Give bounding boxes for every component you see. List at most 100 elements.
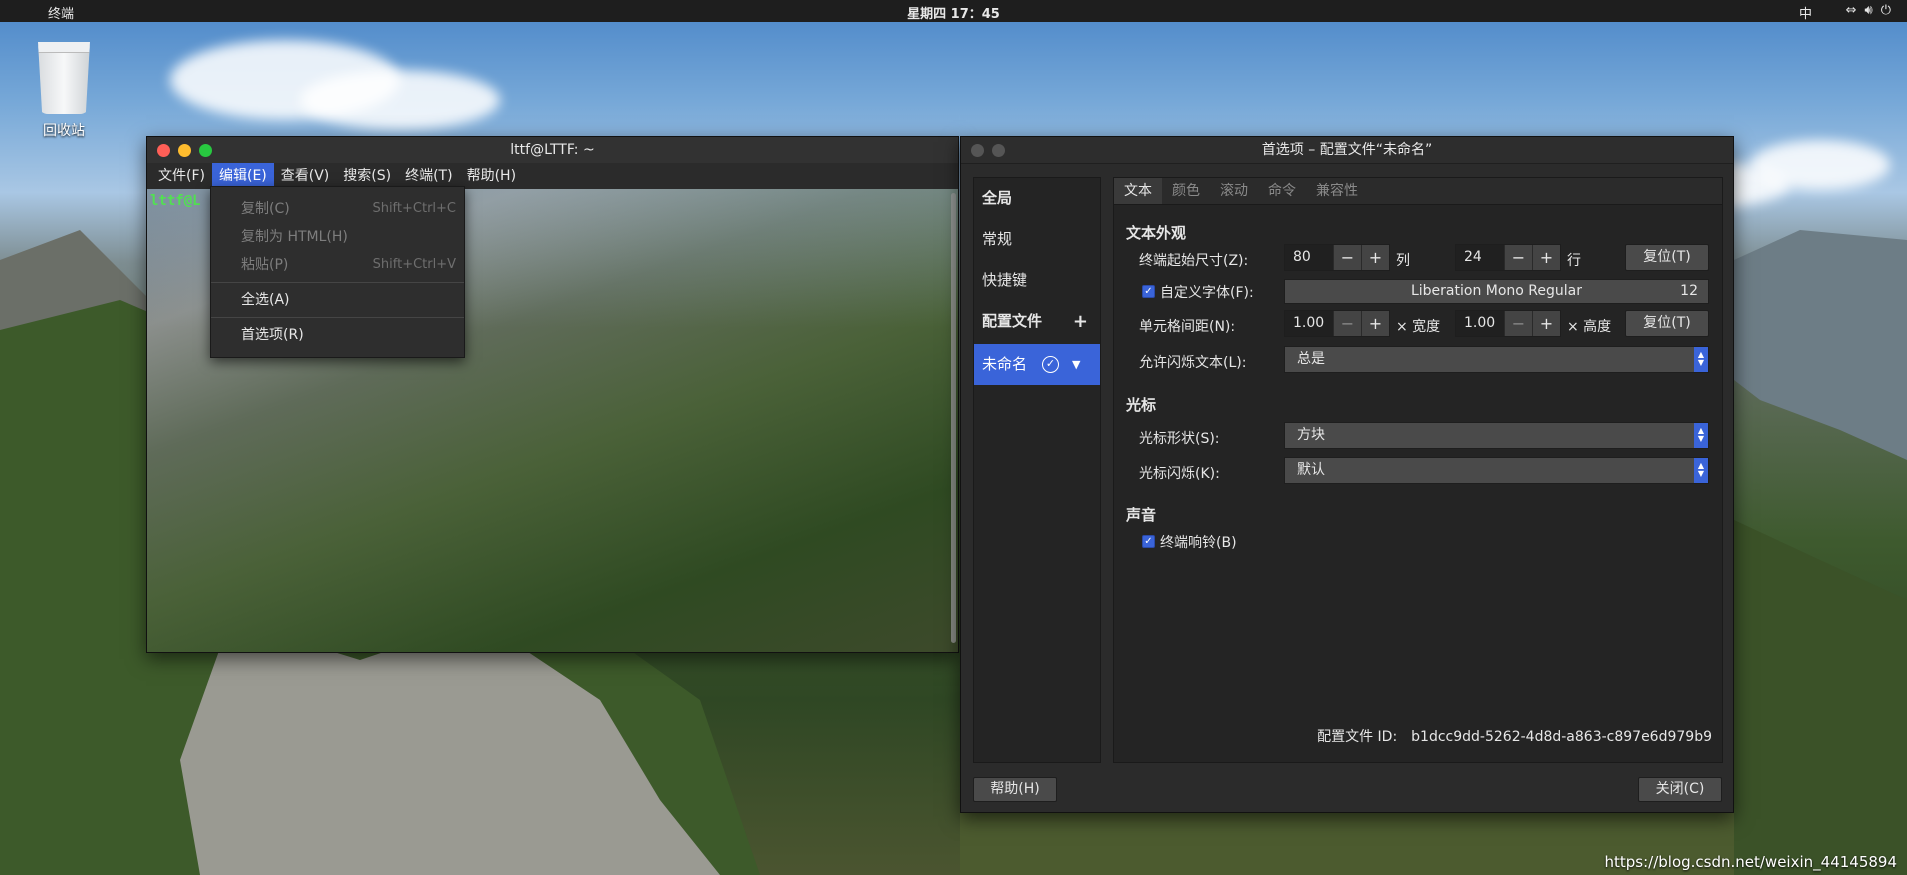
help-button[interactable]: 帮助(H) — [973, 777, 1057, 802]
rows-increment-button[interactable]: + — [1532, 245, 1560, 270]
font-size: 12 — [1680, 283, 1698, 299]
columns-unit: 列 — [1396, 253, 1410, 269]
section-cursor: 光标 — [1126, 396, 1157, 414]
menu-help[interactable]: 帮助(H) — [460, 163, 523, 189]
cell-spacing-label: 单元格间距(N): — [1139, 319, 1236, 335]
default-profile-check-icon: ✓ — [1042, 356, 1059, 373]
cursor-shape-label: 光标形状(S): — [1139, 431, 1220, 447]
font-name: Liberation Mono Regular — [1410, 283, 1583, 299]
menu-item-copy-html[interactable]: 复制为 HTML(H) — [211, 223, 464, 251]
add-profile-icon[interactable]: + — [1073, 301, 1088, 342]
preferences-sidebar: 全局 常规 快捷键 配置文件 + 未命名 ✓ ▼ — [973, 177, 1101, 763]
section-sound: 声音 — [1126, 506, 1157, 524]
blink-text-select[interactable]: 总是 ▲ ▼ — [1284, 346, 1709, 373]
cell-height-increment-button[interactable]: + — [1532, 311, 1560, 336]
cell-width-value[interactable]: 1.00 — [1285, 311, 1333, 336]
input-method-indicator[interactable]: 中 — [1799, 3, 1812, 22]
shell-prompt: lttf@L — [150, 193, 201, 209]
cell-width-stepper[interactable]: 1.00 − + — [1284, 310, 1390, 337]
preferences-title: 首选项 – 配置文件“未命名” — [1261, 142, 1433, 158]
network-icon[interactable]: ⇔ — [1846, 3, 1865, 18]
terminal-titlebar[interactable]: lttf@LTTF: ~ — [147, 137, 958, 163]
profile-id-value: b1dcc9dd-5262-4d8d-a863-c897e6d979b9 — [1411, 729, 1712, 745]
cursor-blink-label: 光标闪烁(K): — [1139, 466, 1220, 482]
close-window-button[interactable] — [971, 144, 984, 157]
chevron-down-icon[interactable]: ▼ — [1072, 344, 1080, 385]
tab-text[interactable]: 文本 — [1114, 178, 1162, 204]
profile-id-label: 配置文件 ID: — [1317, 729, 1398, 745]
select-arrows-icon: ▲ ▼ — [1694, 423, 1708, 448]
copy-shortcut: Shift+Ctrl+C — [372, 201, 456, 216]
menu-item-preferences[interactable]: 首选项(R) — [211, 321, 464, 349]
columns-increment-button[interactable]: + — [1361, 245, 1389, 270]
menu-item-select-all[interactable]: 全选(A) — [211, 286, 464, 314]
reset-spacing-button[interactable]: 复位(T) — [1625, 310, 1709, 337]
sidebar-header-global: 全局 — [982, 189, 1013, 207]
maximize-window-button[interactable] — [199, 144, 212, 157]
blink-text-label: 允许闪烁文本(L): — [1139, 355, 1247, 371]
blink-text-value: 总是 — [1297, 351, 1325, 367]
clock[interactable]: 星期四 17：45 — [0, 3, 1907, 22]
columns-decrement-button[interactable]: − — [1333, 245, 1361, 270]
rows-decrement-button[interactable]: − — [1504, 245, 1532, 270]
columns-value[interactable]: 80 — [1285, 245, 1333, 270]
profile-id-row: 配置文件 ID: b1dcc9dd-5262-4d8d-a863-c897e6d9… — [1317, 726, 1712, 746]
tab-command[interactable]: 命令 — [1258, 178, 1306, 204]
trash-desktop-icon[interactable]: 回收站 — [28, 42, 100, 140]
close-window-button[interactable] — [157, 144, 170, 157]
columns-stepper[interactable]: 80 − + — [1284, 244, 1390, 271]
watermark: https://blog.csdn.net/weixin_44145894 — [1604, 853, 1897, 871]
cursor-blink-value: 默认 — [1297, 462, 1325, 478]
trash-label: 回收站 — [43, 123, 85, 139]
paste-shortcut: Shift+Ctrl+V — [372, 257, 456, 272]
cell-width-unit: × 宽度 — [1396, 319, 1441, 335]
initial-size-label: 终端起始尺寸(Z): — [1139, 253, 1249, 269]
custom-font-label: 自定义字体(F): — [1160, 285, 1254, 301]
cursor-blink-select[interactable]: 默认 ▲ ▼ — [1284, 457, 1709, 484]
menu-separator — [211, 317, 464, 318]
cell-height-unit: × 高度 — [1567, 319, 1612, 335]
top-panel: 终端 星期四 17：45 中 ⇔🔊︎⏻ — [0, 0, 1907, 22]
profile-settings-panel: 文本 颜色 滚动 命令 兼容性 文本外观 终端起始尺寸(Z): 80 − + 列… — [1113, 177, 1723, 763]
power-icon[interactable]: ⏻ — [1881, 3, 1899, 18]
preferences-titlebar[interactable]: 首选项 – 配置文件“未命名” — [961, 137, 1733, 164]
terminal-bell-checkbox[interactable]: ✓ — [1142, 535, 1155, 548]
terminal-bell-label: 终端响铃(B) — [1160, 535, 1237, 551]
menu-file[interactable]: 文件(F) — [151, 163, 212, 189]
rows-stepper[interactable]: 24 − + — [1455, 244, 1561, 271]
cell-height-stepper[interactable]: 1.00 − + — [1455, 310, 1561, 337]
font-chooser-button[interactable]: Liberation Mono Regular 12 — [1284, 279, 1709, 304]
close-button[interactable]: 关闭(C) — [1638, 777, 1722, 802]
menu-item-copy[interactable]: 复制(C) Shift+Ctrl+C — [211, 195, 464, 223]
cursor-shape-value: 方块 — [1297, 427, 1325, 443]
sidebar-header-profiles: 配置文件 + — [974, 301, 1100, 342]
minimize-window-button[interactable] — [992, 144, 1005, 157]
custom-font-checkbox[interactable]: ✓ — [1142, 285, 1155, 298]
system-tray: ⇔🔊︎⏻ — [1846, 3, 1899, 18]
cell-height-decrement-button[interactable]: − — [1504, 311, 1532, 336]
menu-item-paste[interactable]: 粘贴(P) Shift+Ctrl+V — [211, 251, 464, 279]
volume-icon[interactable]: 🔊︎ — [1865, 3, 1881, 18]
sidebar-item-general[interactable]: 常规 — [974, 219, 1100, 260]
rows-value[interactable]: 24 — [1456, 245, 1504, 270]
tab-compatibility[interactable]: 兼容性 — [1306, 178, 1368, 204]
cursor-shape-select[interactable]: 方块 ▲ ▼ — [1284, 422, 1709, 449]
cell-width-increment-button[interactable]: + — [1361, 311, 1389, 336]
sidebar-item-profile-unnamed[interactable]: 未命名 ✓ ▼ — [974, 344, 1100, 385]
terminal-scrollbar[interactable] — [951, 193, 956, 643]
tab-scrolling[interactable]: 滚动 — [1210, 178, 1258, 204]
menu-separator — [211, 282, 464, 283]
minimize-window-button[interactable] — [178, 144, 191, 157]
select-arrows-icon: ▲ ▼ — [1694, 458, 1708, 483]
profile-tabs: 文本 颜色 滚动 命令 兼容性 — [1114, 178, 1722, 205]
trash-icon — [38, 42, 90, 114]
cell-width-decrement-button[interactable]: − — [1333, 311, 1361, 336]
sidebar-item-shortcuts[interactable]: 快捷键 — [974, 260, 1100, 301]
tab-colors[interactable]: 颜色 — [1162, 178, 1210, 204]
section-text-appearance: 文本外观 — [1126, 224, 1187, 242]
reset-size-button[interactable]: 复位(T) — [1625, 244, 1709, 271]
profile-name: 未命名 — [982, 355, 1028, 373]
edit-menu-dropdown: 复制(C) Shift+Ctrl+C 复制为 HTML(H) 粘贴(P) Shi… — [210, 186, 465, 358]
cell-height-value[interactable]: 1.00 — [1456, 311, 1504, 336]
preferences-window: 首选项 – 配置文件“未命名” 全局 常规 快捷键 配置文件 + 未命名 ✓ ▼… — [960, 136, 1734, 813]
